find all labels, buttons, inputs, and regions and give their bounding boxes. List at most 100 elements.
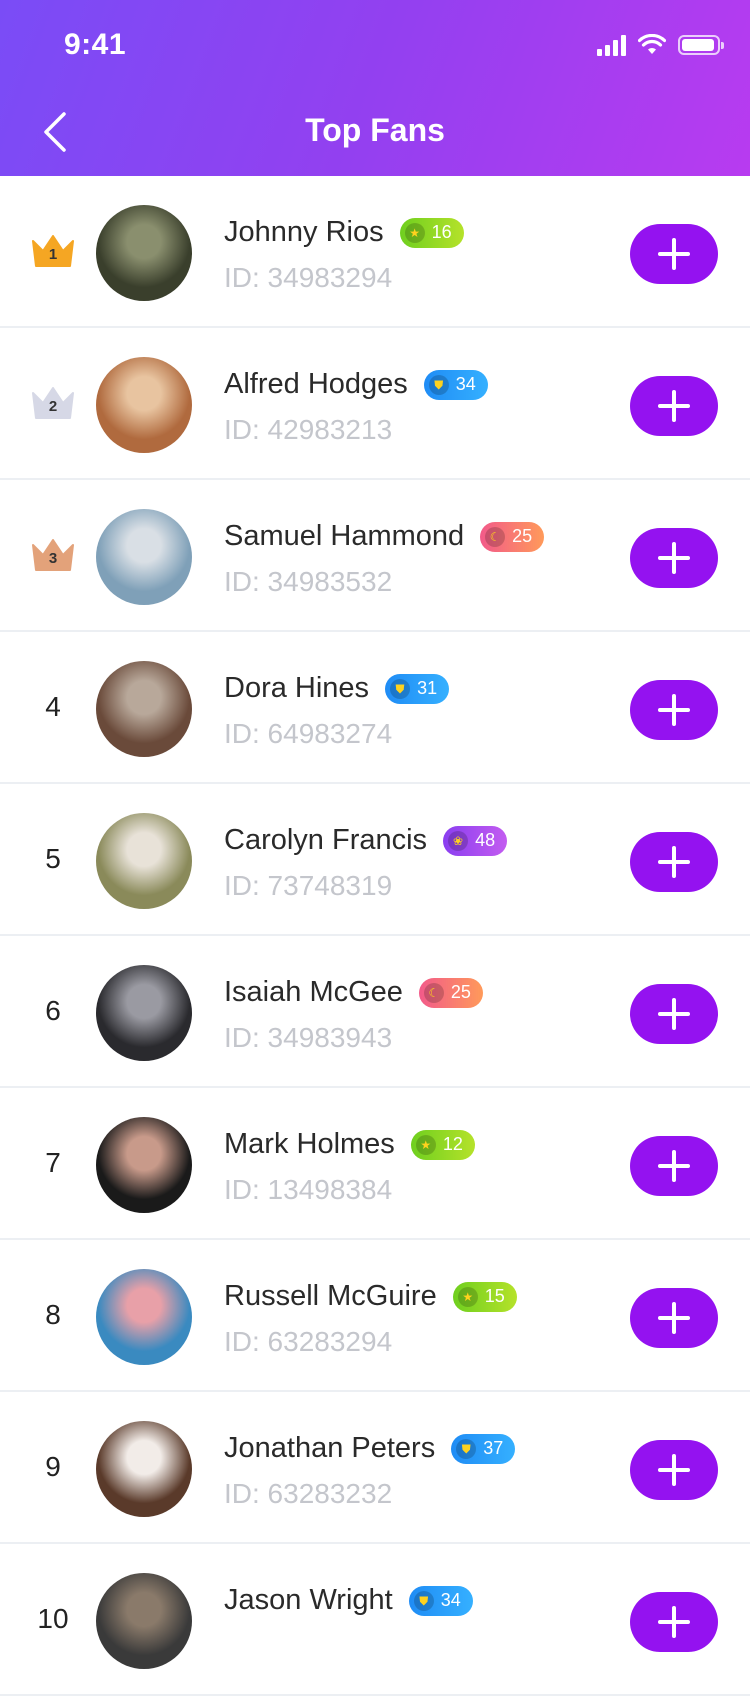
rank-number: 1 bbox=[48, 246, 58, 263]
badge-level: 48 bbox=[475, 830, 496, 850]
rank-number: 2 bbox=[48, 398, 58, 415]
name-line: Isaiah McGee ☾ 25 bbox=[224, 976, 483, 1009]
badge-level: 25 bbox=[450, 982, 471, 1002]
level-badge: ⛊ 34 bbox=[423, 369, 488, 400]
avatar[interactable] bbox=[96, 661, 192, 757]
avatar[interactable] bbox=[96, 205, 192, 301]
rank: 2 bbox=[30, 328, 76, 478]
name-line: Carolyn Francis ❀ 48 bbox=[224, 824, 508, 857]
star-icon: ★ bbox=[415, 1134, 436, 1155]
shield-icon: ⛊ bbox=[428, 374, 449, 395]
avatar[interactable] bbox=[96, 1117, 192, 1213]
rank-number: 3 bbox=[48, 550, 58, 567]
rank-number: 8 bbox=[45, 1299, 61, 1330]
fan-id: ID: 34983943 bbox=[224, 1022, 393, 1053]
fan-row: 4 Dora Hines ⛊ 31 ID: 64983274 bbox=[0, 632, 750, 784]
avatar[interactable] bbox=[96, 1269, 192, 1365]
name-line: Alfred Hodges ⛊ 34 bbox=[224, 368, 488, 401]
badge-level: 25 bbox=[512, 526, 533, 546]
page-title: Top Fans bbox=[305, 112, 445, 148]
level-badge: ❀ 48 bbox=[443, 825, 508, 856]
plus-icon bbox=[658, 694, 690, 726]
moon-icon: ☾ bbox=[485, 526, 506, 547]
plus-icon bbox=[658, 1454, 690, 1486]
rank-number: 6 bbox=[45, 995, 61, 1026]
fan-name: Carolyn Francis bbox=[224, 824, 428, 856]
fan-id: ID: 64983274 bbox=[224, 718, 393, 749]
fan-name: Samuel Hammond bbox=[224, 520, 465, 552]
plus-icon bbox=[658, 1150, 690, 1182]
badge-level: 12 bbox=[442, 1134, 463, 1154]
level-badge: ★ 15 bbox=[452, 1281, 517, 1312]
level-badge: ☾ 25 bbox=[480, 521, 545, 552]
rank-number: 10 bbox=[37, 1603, 69, 1634]
avatar[interactable] bbox=[96, 1421, 192, 1517]
fan-row: 1 Johnny Rios ★ 16 ID: 34983294 bbox=[0, 176, 750, 328]
plus-icon bbox=[658, 1302, 690, 1334]
paw-icon: ❀ bbox=[448, 830, 469, 851]
fan-id: ID: 42983213 bbox=[224, 414, 393, 445]
crown-icon: 2 bbox=[30, 385, 76, 421]
rank-number: 7 bbox=[45, 1147, 61, 1178]
plus-icon bbox=[658, 390, 690, 422]
level-badge: ⛊ 34 bbox=[408, 1585, 473, 1616]
fan-name: Mark Holmes bbox=[224, 1128, 395, 1160]
add-fan-button[interactable] bbox=[630, 376, 718, 436]
status-icons bbox=[597, 34, 724, 56]
add-fan-button[interactable] bbox=[630, 528, 718, 588]
star-icon: ★ bbox=[457, 1286, 478, 1307]
add-fan-button[interactable] bbox=[630, 1592, 718, 1652]
crown-icon: 3 bbox=[30, 537, 76, 573]
avatar[interactable] bbox=[96, 509, 192, 605]
add-fan-button[interactable] bbox=[630, 832, 718, 892]
plus-icon bbox=[658, 1606, 690, 1638]
add-fan-button[interactable] bbox=[630, 1136, 718, 1196]
fan-row: 3 Samuel Hammond ☾ 25 ID: 34983532 bbox=[0, 480, 750, 632]
avatar[interactable] bbox=[96, 813, 192, 909]
badge-level: 37 bbox=[483, 1438, 504, 1458]
add-fan-button[interactable] bbox=[630, 680, 718, 740]
fan-row: 2 Alfred Hodges ⛊ 34 ID: 42983213 bbox=[0, 328, 750, 480]
fan-id: ID: 34983294 bbox=[224, 262, 393, 293]
fan-id: ID: 63283232 bbox=[224, 1478, 393, 1509]
name-line: Jonathan Peters ⛊ 37 bbox=[224, 1432, 516, 1465]
add-fan-button[interactable] bbox=[630, 224, 718, 284]
cellular-signal-icon bbox=[597, 34, 626, 56]
add-fan-button[interactable] bbox=[630, 984, 718, 1044]
header: 9:41 Top Fans bbox=[0, 0, 750, 176]
fan-row: 5 Carolyn Francis ❀ 48 ID: 73748319 bbox=[0, 784, 750, 936]
rank-number: 4 bbox=[45, 691, 61, 722]
avatar[interactable] bbox=[96, 357, 192, 453]
avatar[interactable] bbox=[96, 1573, 192, 1669]
fan-name: Dora Hines bbox=[224, 672, 370, 704]
status-time: 9:41 bbox=[64, 28, 127, 61]
plus-icon bbox=[658, 846, 690, 878]
level-badge: ☾ 25 bbox=[418, 977, 483, 1008]
fan-name: Jonathan Peters bbox=[224, 1432, 436, 1464]
badge-level: 34 bbox=[455, 374, 476, 394]
name-line: Jason Wright ⛊ 34 bbox=[224, 1584, 473, 1617]
add-fan-button[interactable] bbox=[630, 1288, 718, 1348]
level-badge: ★ 12 bbox=[410, 1129, 475, 1160]
fan-row: 8 Russell McGuire ★ 15 ID: 63283294 bbox=[0, 1240, 750, 1392]
badge-level: 16 bbox=[431, 222, 452, 242]
fan-name: Alfred Hodges bbox=[224, 368, 408, 400]
wifi-icon bbox=[638, 34, 666, 54]
fan-row: 7 Mark Holmes ★ 12 ID: 13498384 bbox=[0, 1088, 750, 1240]
rank: 1 bbox=[30, 176, 76, 326]
fan-id: ID: 13498384 bbox=[224, 1174, 393, 1205]
plus-icon bbox=[658, 998, 690, 1030]
fan-id: ID: 63283294 bbox=[224, 1326, 393, 1357]
plus-icon bbox=[658, 238, 690, 270]
plus-icon bbox=[658, 542, 690, 574]
rank: 3 bbox=[30, 480, 76, 630]
add-fan-button[interactable] bbox=[630, 1440, 718, 1500]
fan-row: 10 Jason Wright ⛊ 34 bbox=[0, 1544, 750, 1696]
badge-level: 31 bbox=[417, 678, 438, 698]
crown-icon: 1 bbox=[30, 233, 76, 269]
badge-level: 15 bbox=[484, 1286, 505, 1306]
fan-name: Jason Wright bbox=[224, 1584, 393, 1616]
rank-number: 9 bbox=[45, 1451, 61, 1482]
fan-id: ID: 73748319 bbox=[224, 870, 393, 901]
avatar[interactable] bbox=[96, 965, 192, 1061]
